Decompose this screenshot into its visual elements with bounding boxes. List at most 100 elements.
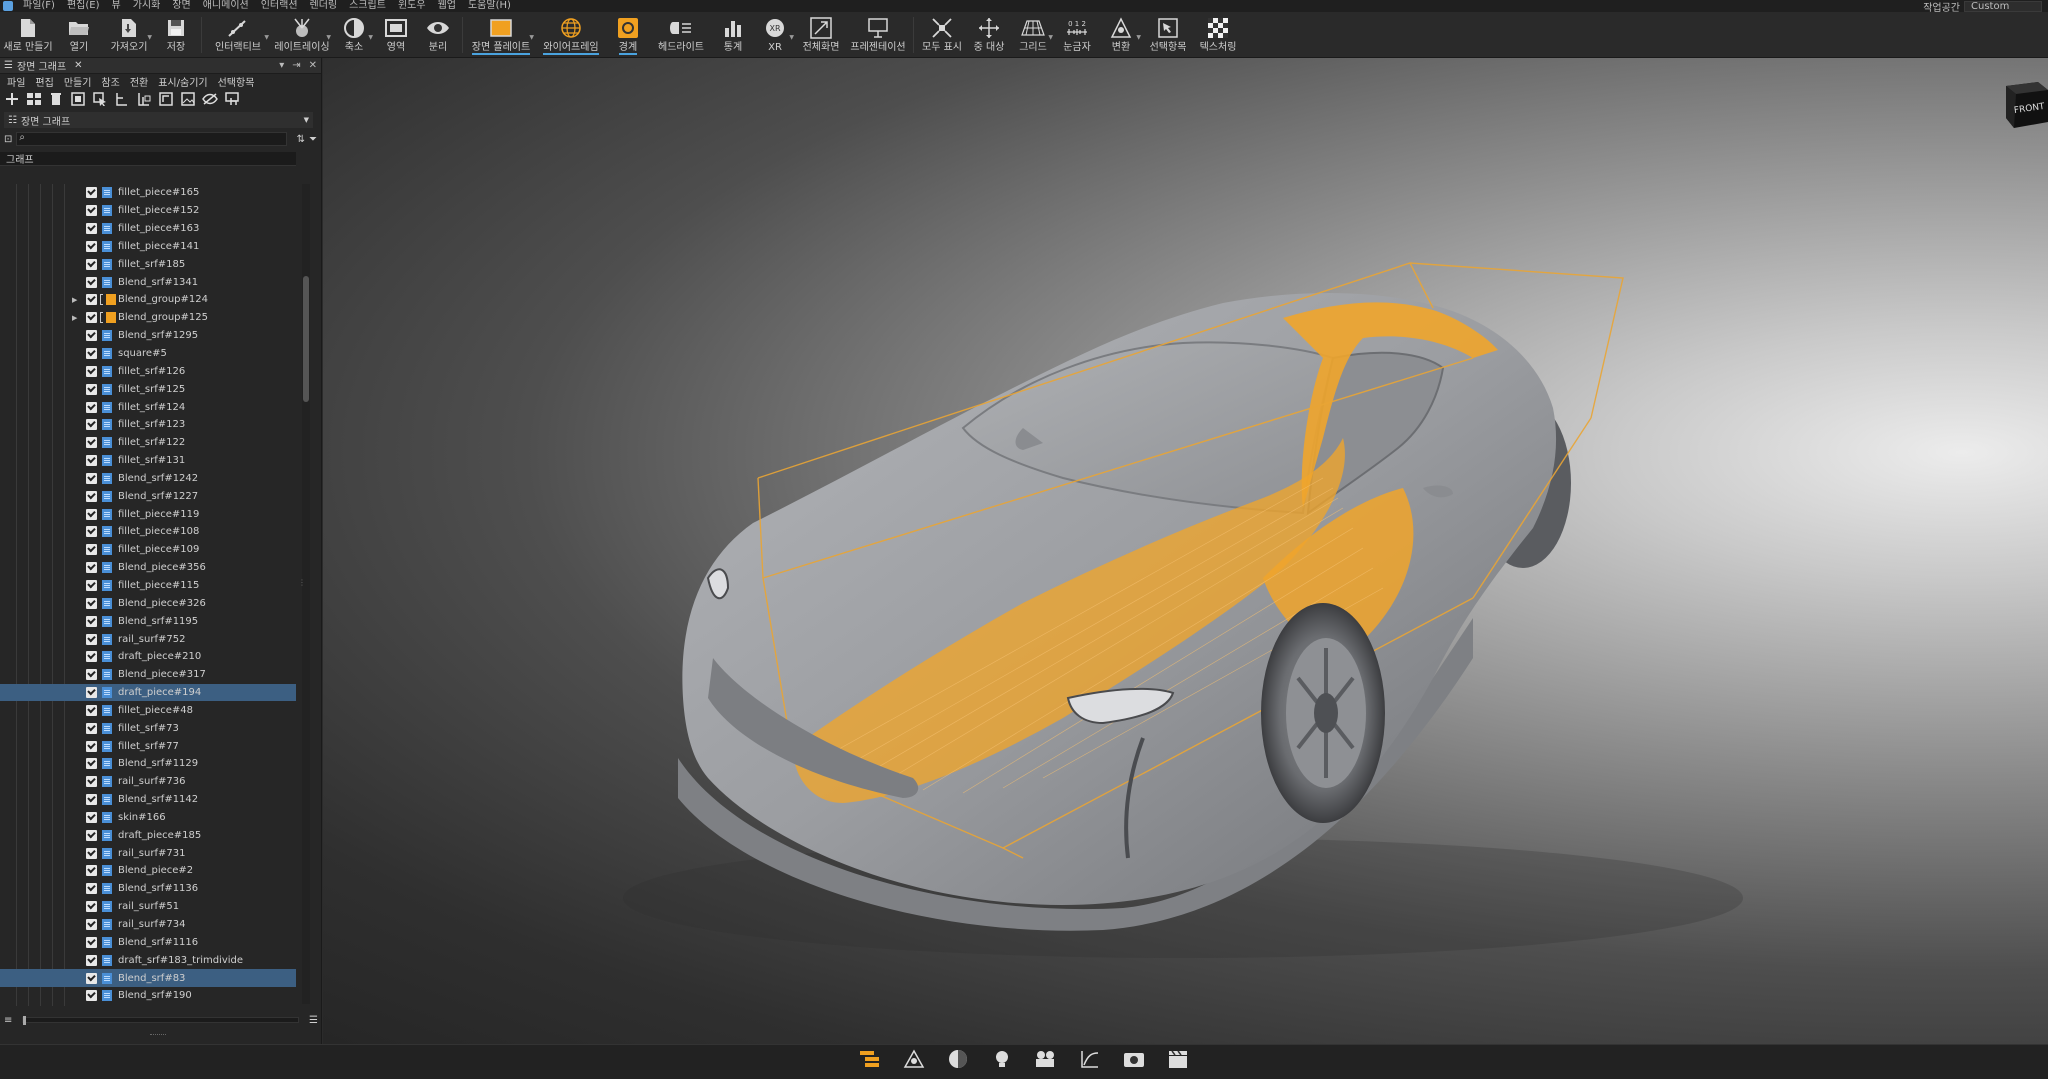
visibility-checkbox[interactable] [86, 437, 97, 449]
transform-dock-button[interactable] [899, 1048, 929, 1070]
tree-row[interactable]: Blend_piece#317 [0, 666, 296, 684]
visibility-checkbox[interactable] [86, 419, 97, 431]
panel-menu-reference[interactable]: 참조 [96, 74, 124, 89]
visibility-checkbox[interactable] [86, 740, 97, 752]
tree-row[interactable]: fillet_piece#108 [0, 523, 296, 541]
menu-rendering[interactable]: 렌더링 [304, 0, 344, 12]
panel-menu-file[interactable]: 파일 [2, 74, 30, 89]
menu-visualize[interactable]: 가시화 [127, 0, 167, 12]
panel-menu-switch[interactable]: 전환 [125, 74, 153, 89]
panel-menu-show-hide[interactable]: 표시/숨기기 [153, 74, 212, 89]
filter-icon[interactable]: ⏷ [309, 134, 317, 145]
curve-dock-button[interactable] [1075, 1048, 1105, 1070]
visibility-checkbox[interactable] [86, 205, 97, 217]
tree-row[interactable]: fillet_piece#163 [0, 220, 296, 238]
tree-row[interactable]: fillet_srf#123 [0, 416, 296, 434]
tree-row[interactable]: fillet_srf#125 [0, 380, 296, 398]
menu-edit[interactable]: 편집(E) [61, 0, 106, 12]
visibility-checkbox[interactable] [86, 954, 97, 966]
expand-arrow-icon[interactable]: ▶ [72, 296, 77, 304]
visibility-toggle-icon[interactable] [202, 91, 218, 107]
menu-animation[interactable]: 애니메이션 [197, 0, 255, 12]
wireframe-button[interactable]: 와이어프레임 [536, 12, 606, 58]
tree-row[interactable]: Blend_srf#1295 [0, 327, 296, 345]
workspace-dropdown[interactable]: Custom [1964, 0, 2042, 12]
grid-button[interactable]: 그리드 ▼ [1011, 12, 1055, 58]
select-children-icon[interactable] [92, 91, 108, 107]
tree-row[interactable]: skin#166 [0, 809, 296, 827]
tree-row[interactable]: Blend_piece#2 [0, 862, 296, 880]
tree-row[interactable]: fillet_piece#109 [0, 541, 296, 559]
visibility-checkbox[interactable] [86, 704, 97, 716]
region-button[interactable]: 영역 [375, 12, 417, 58]
visibility-checkbox[interactable] [86, 294, 97, 306]
horizontal-scrollbar[interactable] [22, 1016, 300, 1025]
tree-row[interactable]: fillet_srf#124 [0, 398, 296, 416]
hierarchy-expand-icon[interactable] [158, 91, 174, 107]
show-all-button[interactable]: 모두 표시 [917, 12, 967, 58]
save-button[interactable]: 저장 [154, 12, 198, 58]
visibility-checkbox[interactable] [86, 401, 97, 413]
render-dock-button[interactable] [1119, 1048, 1149, 1070]
menu-file[interactable]: 파일(F) [17, 0, 61, 12]
menu-interaction[interactable]: 인터랙션 [255, 0, 304, 12]
tree-row[interactable]: Blend_srf#1341 [0, 273, 296, 291]
visibility-checkbox[interactable] [86, 687, 97, 699]
selection-button[interactable]: 선택항목 [1143, 12, 1193, 58]
tree-row[interactable]: Blend_srf#1242 [0, 470, 296, 488]
group-nodes-icon[interactable] [26, 91, 42, 107]
tree-row[interactable]: rail_surf#752 [0, 630, 296, 648]
tree-row[interactable]: Blend_srf#83 [0, 969, 296, 987]
visibility-checkbox[interactable] [86, 508, 97, 520]
raytracing-button[interactable]: 레이트레이싱 ▼ [271, 12, 333, 58]
hierarchy-icon[interactable] [114, 91, 130, 107]
visibility-checkbox[interactable] [86, 348, 97, 360]
tree-row[interactable]: square#5 [0, 345, 296, 363]
tree-row[interactable]: Blend_srf#1142 [0, 791, 296, 809]
visibility-checkbox[interactable] [86, 490, 97, 502]
visibility-checkbox[interactable] [86, 633, 97, 645]
tree-row[interactable]: rail_surf#51 [0, 898, 296, 916]
tree-row[interactable]: rail_surf#731 [0, 844, 296, 862]
ruler-button[interactable]: 0 1 2 눈금자 [1055, 12, 1099, 58]
tree-row[interactable]: Blend_srf#1136 [0, 880, 296, 898]
visibility-checkbox[interactable] [86, 526, 97, 538]
detail-view-icon[interactable]: ☰ [309, 1015, 318, 1026]
tree-row[interactable]: draft_piece#194 [0, 683, 296, 702]
tree-row[interactable]: draft_piece#185 [0, 826, 296, 844]
tree-scrollbar[interactable] [302, 184, 310, 1004]
visibility-checkbox[interactable] [86, 330, 97, 342]
visibility-checkbox[interactable] [86, 758, 97, 770]
visibility-checkbox[interactable] [86, 597, 97, 609]
add-node-icon[interactable] [4, 91, 20, 107]
tree-row[interactable]: Blend_srf#1227 [0, 487, 296, 505]
presentation-button[interactable]: 프레젠테이션 [846, 12, 910, 58]
tree-row[interactable]: fillet_srf#73 [0, 719, 296, 737]
reduce-button[interactable]: 축소 ▼ [333, 12, 375, 58]
headlight-button[interactable]: 헤드라이트 [650, 12, 712, 58]
scene-graph-dock-button[interactable] [855, 1048, 885, 1070]
tree-row[interactable]: fillet_srf#126 [0, 362, 296, 380]
visibility-checkbox[interactable] [86, 615, 97, 627]
tree-row[interactable]: Blend_piece#356 [0, 559, 296, 577]
visibility-checkbox[interactable] [86, 455, 97, 467]
visibility-checkbox[interactable] [86, 312, 97, 324]
visibility-checkbox[interactable] [86, 240, 97, 252]
visibility-checkbox[interactable] [86, 223, 97, 235]
visibility-checkbox[interactable] [86, 544, 97, 556]
visibility-checkbox[interactable] [86, 258, 97, 270]
statistics-button[interactable]: 통계 [712, 12, 754, 58]
hand-pointer-icon[interactable] [224, 91, 240, 107]
visibility-checkbox[interactable] [86, 972, 97, 984]
transform-button[interactable]: 변환 ▼ [1099, 12, 1143, 58]
tree-row[interactable]: fillet_srf#185 [0, 255, 296, 273]
visibility-checkbox[interactable] [86, 776, 97, 788]
menu-view[interactable]: 뷰 [106, 0, 127, 12]
visibility-checkbox[interactable] [86, 829, 97, 841]
visibility-checkbox[interactable] [86, 383, 97, 395]
menu-script[interactable]: 스크립트 [343, 0, 392, 12]
tree-row[interactable]: ▶ Blend_group#124 [0, 291, 296, 309]
new-button[interactable]: 새로 만들기 [2, 12, 54, 58]
panel-grip[interactable] [150, 1034, 166, 1036]
menu-window[interactable]: 윈도우 [392, 0, 432, 12]
